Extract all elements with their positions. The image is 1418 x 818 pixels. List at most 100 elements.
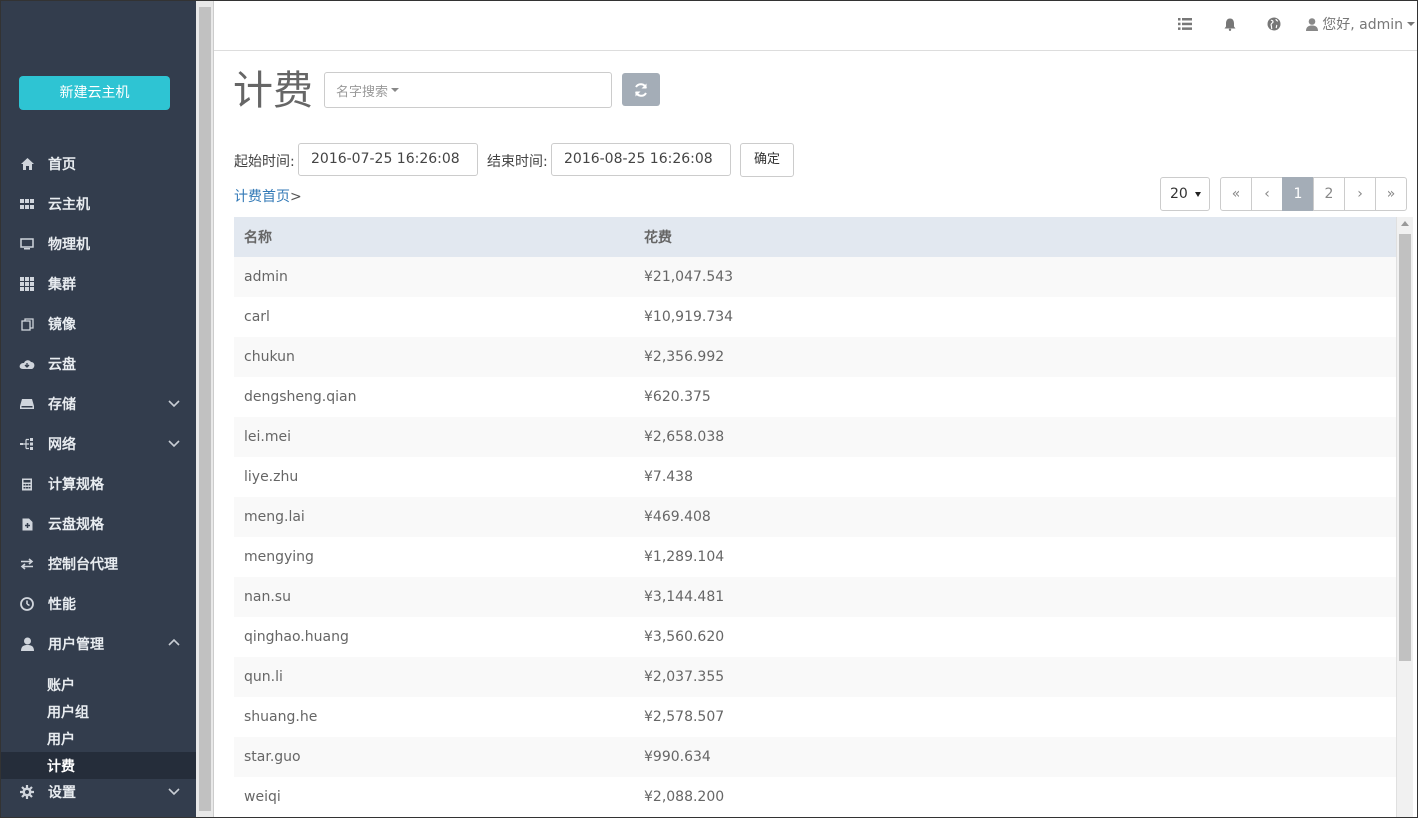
- breadcrumb-billing-home[interactable]: 计费首页: [234, 189, 290, 205]
- cell-cost: ¥2,356.992: [644, 349, 725, 365]
- pagination-next[interactable]: ›: [1344, 177, 1376, 211]
- table-row[interactable]: shuang.he ¥2,578.507: [234, 697, 1396, 737]
- cell-name: chukun: [244, 349, 295, 365]
- breadcrumb[interactable]: 计费首页>: [234, 186, 302, 206]
- table-row[interactable]: chukun ¥2,356.992: [234, 337, 1396, 377]
- table-row[interactable]: mengying ¥1,289.104: [234, 537, 1396, 577]
- sidebar-item-physical[interactable]: 物理机: [1, 224, 196, 264]
- end-time-field[interactable]: 2016-08-25 16:26:08: [551, 143, 731, 176]
- cell-name: carl: [244, 309, 270, 325]
- sidebar-item-label: 云盘规格: [48, 517, 104, 533]
- sidebar-item-image[interactable]: 镜像: [1, 304, 196, 344]
- sidebar-item-vm[interactable]: 云主机: [1, 184, 196, 224]
- user-icon: [19, 636, 35, 652]
- sidebar-item-performance[interactable]: 性能: [1, 584, 196, 624]
- sidebar-item-label: 存储: [48, 397, 76, 413]
- table-row[interactable]: carl ¥10,919.734: [234, 297, 1396, 337]
- sidebar-item-storage[interactable]: 存储: [1, 384, 196, 424]
- table-header: 名称 花费: [234, 217, 1396, 257]
- table-row[interactable]: lei.mei ¥2,658.038: [234, 417, 1396, 457]
- table-row[interactable]: meng.lai ¥469.408: [234, 497, 1396, 537]
- cell-name: star.guo: [244, 749, 301, 765]
- chevron-up-icon: [168, 637, 180, 649]
- pagination-page-2[interactable]: 2: [1313, 177, 1345, 211]
- page-title: 计费: [233, 68, 313, 114]
- scroll-up-arrow-icon[interactable]: [1401, 221, 1409, 226]
- transfer-icon: [19, 556, 35, 572]
- sidebar-item-compute-spec[interactable]: 计算规格: [1, 464, 196, 504]
- cell-cost: ¥21,047.543: [644, 269, 734, 285]
- table-scrollbar[interactable]: [1396, 217, 1413, 817]
- search-input[interactable]: 名字搜索: [324, 72, 612, 108]
- sidebar-scrollbar-thumb[interactable]: [199, 7, 211, 811]
- pagination-page-1[interactable]: 1: [1282, 177, 1314, 211]
- sidebar-item-disk-spec[interactable]: 云盘规格: [1, 504, 196, 544]
- table-row[interactable]: qun.li ¥2,037.355: [234, 657, 1396, 697]
- sidebar-item-network[interactable]: 网络: [1, 424, 196, 464]
- list-icon[interactable]: [1176, 15, 1194, 33]
- refresh-button[interactable]: [622, 73, 660, 106]
- page-size-select[interactable]: 20: [1160, 177, 1210, 211]
- main-content: 计费 名字搜索 起始时间: 2016-07-25 16:26:08 结束时间: …: [214, 52, 1417, 817]
- confirm-button[interactable]: 确定: [740, 143, 794, 177]
- new-vm-button[interactable]: 新建云主机: [19, 76, 170, 110]
- table-row[interactable]: weiqi ¥2,088.200: [234, 777, 1396, 817]
- sidebar-item-console-proxy[interactable]: 控制台代理: [1, 544, 196, 584]
- sidebar-item-cluster[interactable]: 集群: [1, 264, 196, 304]
- sidebar-scrollbar[interactable]: [196, 1, 214, 817]
- table-row[interactable]: star.guo ¥990.634: [234, 737, 1396, 777]
- table-row[interactable]: nan.su ¥3,144.481: [234, 577, 1396, 617]
- pagination-first[interactable]: «: [1220, 177, 1252, 211]
- column-header-cost[interactable]: 花费: [634, 227, 1396, 247]
- file-plus-icon: [19, 516, 35, 532]
- table-row[interactable]: admin ¥21,047.543: [234, 257, 1396, 297]
- table-row[interactable]: liye.zhu ¥7.438: [234, 457, 1396, 497]
- cell-cost: ¥2,088.200: [644, 789, 725, 805]
- sidebar-item-disk[interactable]: 云盘: [1, 344, 196, 384]
- table-scrollbar-thumb[interactable]: [1399, 234, 1411, 661]
- end-time-label: 结束时间:: [487, 154, 548, 170]
- copy-icon: [19, 316, 35, 332]
- chevron-down-icon: [168, 397, 180, 409]
- user-greeting: 您好, admin: [1322, 17, 1403, 33]
- cell-cost: ¥10,919.734: [644, 309, 734, 325]
- cell-name: admin: [244, 269, 288, 285]
- search-placeholder: 名字搜索: [336, 84, 389, 100]
- cell-cost: ¥990.634: [644, 749, 711, 765]
- sidebar-item-user-management[interactable]: 用户管理: [1, 624, 196, 664]
- grid-small-icon: [19, 196, 35, 212]
- table-row[interactable]: dengsheng.qian ¥620.375: [234, 377, 1396, 417]
- caret-down-icon: [1195, 192, 1201, 197]
- pagination: « ‹ 1 2 › »: [1220, 177, 1407, 211]
- sidebar-item-home[interactable]: 首页: [1, 144, 196, 184]
- table-body: admin ¥21,047.543 carl ¥10,919.734 chukun ¥2,…: [234, 257, 1396, 817]
- sidebar-subitem-account[interactable]: 账户: [1, 671, 196, 698]
- monitor-icon: [19, 236, 35, 252]
- pagination-last[interactable]: »: [1375, 177, 1407, 211]
- sidebar-item-label: 物理机: [48, 237, 90, 253]
- chevron-down-icon: [168, 785, 180, 797]
- column-header-name[interactable]: 名称: [234, 227, 634, 247]
- calculator-icon: [19, 476, 35, 492]
- cell-name: mengying: [244, 549, 314, 565]
- user-menu[interactable]: 您好, admin: [1306, 14, 1415, 34]
- cell-cost: ¥3,144.481: [644, 589, 725, 605]
- globe-icon[interactable]: [1265, 15, 1283, 33]
- start-time-field[interactable]: 2016-07-25 16:26:08: [298, 143, 478, 176]
- cell-cost: ¥3,560.620: [644, 629, 725, 645]
- pagination-prev[interactable]: ‹: [1251, 177, 1283, 211]
- sidebar-item-label: 计算规格: [48, 477, 104, 493]
- sidebar-item-settings[interactable]: 设置: [1, 772, 196, 812]
- sidebar-subitem-user[interactable]: 用户: [1, 725, 196, 752]
- sidebar-item-label: 云盘: [48, 357, 76, 373]
- table-row[interactable]: qinghao.huang ¥3,560.620: [234, 617, 1396, 657]
- refresh-icon: [633, 82, 649, 98]
- cell-cost: ¥620.375: [644, 389, 711, 405]
- sidebar-subitem-usergroup[interactable]: 用户组: [1, 698, 196, 725]
- sidebar-item-label: 镜像: [48, 317, 76, 333]
- cell-name: shuang.he: [244, 709, 318, 725]
- sidebar-item-label: 性能: [48, 597, 76, 613]
- sidebar-nav: 首页 云主机 物理机 集群 镜像 云盘 存储 网络 计算规格 云盘规格 控制台代…: [1, 144, 196, 779]
- bell-icon[interactable]: [1221, 15, 1239, 33]
- cell-name: liye.zhu: [244, 469, 299, 485]
